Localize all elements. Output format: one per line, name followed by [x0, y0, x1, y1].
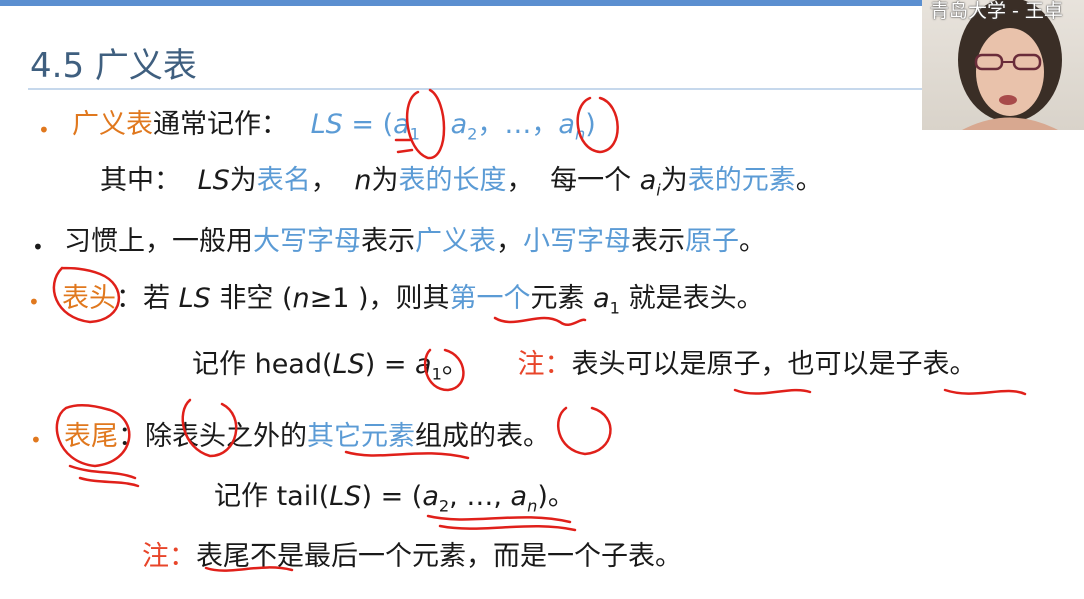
bullet-4: 表尾：除表头之外的其它元素组成的表。: [64, 421, 550, 452]
bullet-2: 习惯上，一般用大写字母表示广义表，小写字母表示原子。: [64, 226, 766, 257]
webcam-caption: 青岛大学 - 王卓: [930, 0, 1063, 22]
bullet-4-note: 注：表尾不是最后一个元素，而是一个子表。: [142, 541, 682, 572]
bullet-3: 表头：若 LS 非空 (n≥1 )，则其第一个元素 a1 就是表头。: [62, 283, 764, 318]
bullet-dot: •: [28, 290, 40, 314]
note-label: 注：: [142, 541, 196, 572]
term-tail: 表尾: [64, 421, 118, 452]
bullet-dot: •: [30, 428, 42, 452]
webcam-overlay: 青岛大学 - 王卓: [922, 0, 1084, 130]
page-title: 4.5 广义表: [30, 46, 197, 86]
bullet-dot: •: [32, 235, 44, 259]
bullet-4-detail: 记作 tail(LS) = (a2, …, an)。: [214, 481, 575, 516]
bullet-1-detail: 其中： LS为表名， n为表的长度， 每一个 ai为表的元素。: [100, 165, 823, 200]
title-divider: [28, 88, 923, 90]
term-head: 表头: [62, 283, 116, 314]
bullet-1: 广义表通常记作： LS = (a1 a2，…，an): [72, 109, 596, 144]
term-generalized-list: 广义表: [72, 109, 153, 140]
ink-tail-scribble: [68, 464, 140, 488]
bullet-dot: •: [38, 118, 50, 142]
ink-circle-table: [557, 406, 612, 456]
note-label: 注：: [517, 349, 572, 380]
bullet-3-detail: 记作 head(LS) = a1。 注：表头可以是原子，也可以是子表。: [192, 349, 977, 384]
